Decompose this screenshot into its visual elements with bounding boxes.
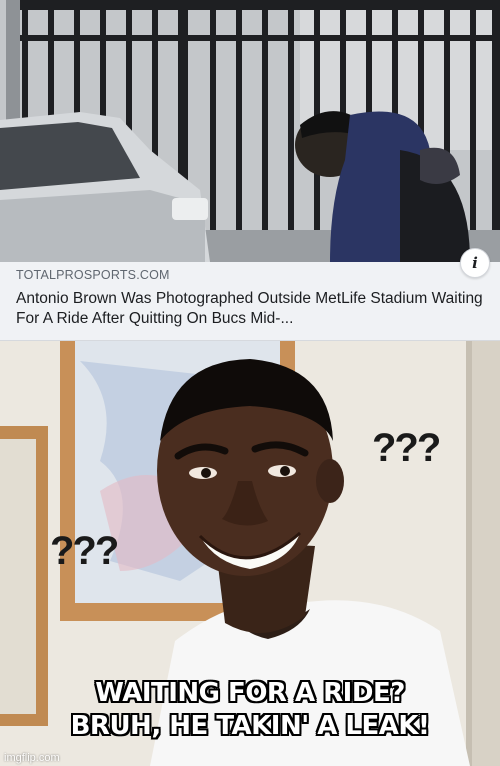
question-marks-left: ???	[50, 529, 119, 573]
link-title[interactable]: Antonio Brown Was Photographed Outside M…	[16, 289, 484, 329]
question-marks-right: ???	[372, 426, 441, 470]
caption-line-2: BRUH, HE TAKIN' A LEAK!	[70, 711, 430, 741]
meme-caption: WAITING FOR A RIDE? BRUH, HE TAKIN' A LE…	[0, 677, 500, 743]
meme-image: ??? ??? WAITING FOR A RIDE? BRUH, HE TAK…	[0, 341, 500, 766]
article-photo	[0, 0, 500, 262]
link-domain: TOTALPROSPORTS.COM	[16, 268, 170, 282]
card-meta: TOTALPROSPORTS.COM Antonio Brown Was Pho…	[16, 268, 484, 329]
caption-line-1: WAITING FOR A RIDE?	[95, 678, 405, 708]
imgflip-watermark: imgflip.com	[4, 752, 60, 764]
link-preview-card[interactable]: i TOTALPROSPORTS.COM Antonio Brown Was P…	[0, 0, 500, 341]
